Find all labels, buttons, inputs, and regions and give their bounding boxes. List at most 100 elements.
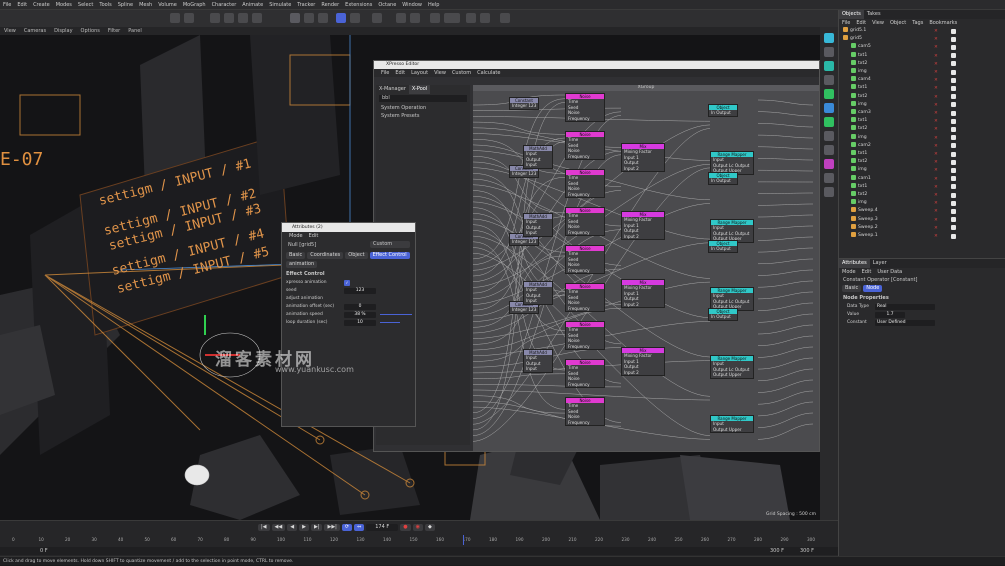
- tag-icon[interactable]: [951, 119, 956, 124]
- world-coord-icon[interactable]: [336, 13, 346, 23]
- menu-create[interactable]: Create: [30, 0, 53, 10]
- tag-icon[interactable]: [824, 187, 834, 197]
- xpresso-node[interactable]: MixMixing FactorInput 1OutputInput 2: [621, 211, 665, 240]
- tab-x-pool[interactable]: X-Pool: [409, 85, 430, 94]
- tag-icon[interactable]: [951, 70, 956, 75]
- node-port[interactable]: Input 2: [622, 302, 664, 308]
- xpresso-node[interactable]: MathAddInputOutputInput: [523, 281, 553, 305]
- prev-frame-icon[interactable]: ◀: [287, 524, 297, 531]
- object-row[interactable]: Sweep.2✕: [839, 224, 1005, 232]
- light-icon[interactable]: [824, 145, 834, 155]
- animation-offset-input[interactable]: 0: [344, 304, 376, 310]
- xpresso-node[interactable]: ConstantInteger 123: [509, 97, 539, 110]
- key-icon[interactable]: ◆: [425, 524, 435, 531]
- xpresso-node[interactable]: Range MapperInputOutput Lc OutputOutput …: [710, 287, 754, 311]
- snap-icon[interactable]: [430, 13, 440, 23]
- node-port[interactable]: Integer 123: [510, 239, 538, 245]
- node-port[interactable]: In Output: [709, 110, 737, 116]
- select-tool-icon[interactable]: [210, 13, 220, 23]
- visibility-toggle-icon[interactable]: ✕: [934, 233, 938, 241]
- object-row[interactable]: Sweep.4✕: [839, 207, 1005, 215]
- timeline-ruler[interactable]: 0102030405060708090100110120130140150160…: [0, 537, 838, 544]
- vp-menu-display[interactable]: Display: [50, 27, 76, 35]
- mograph-icon[interactable]: [824, 103, 834, 113]
- xpresso-node[interactable]: MathAddInputOutputInput: [523, 213, 553, 237]
- object-row[interactable]: txt2✕: [839, 93, 1005, 101]
- object-row[interactable]: txt1✕: [839, 84, 1005, 92]
- object-row[interactable]: grid5.1✕: [839, 27, 1005, 35]
- seed-input[interactable]: 123: [344, 288, 376, 294]
- tag-icon[interactable]: [951, 234, 956, 239]
- xpresso-node[interactable]: Range MapperInputOutput Lc OutputOutput …: [710, 355, 754, 379]
- x-axis-icon[interactable]: [290, 13, 300, 23]
- attr-tab-effect-control[interactable]: Effect Control: [370, 252, 410, 259]
- tag-icon[interactable]: [951, 29, 956, 34]
- xpresso-node[interactable]: NoiseTimeSeedNoiseFrequency: [565, 245, 605, 274]
- field-icon[interactable]: [824, 159, 834, 169]
- menu-volume[interactable]: Volume: [155, 0, 180, 10]
- tag-icon[interactable]: [951, 102, 956, 107]
- xp-menu-layout[interactable]: Layout: [408, 69, 431, 78]
- tag-icon[interactable]: [951, 86, 956, 91]
- node-port[interactable]: Frequency: [566, 306, 604, 312]
- animation-speed-input[interactable]: 38 %: [344, 312, 376, 318]
- point-mode-icon[interactable]: [372, 13, 382, 23]
- menu-mesh[interactable]: Mesh: [136, 0, 155, 10]
- tag-icon[interactable]: [951, 176, 956, 181]
- rotate-tool-icon[interactable]: [252, 13, 262, 23]
- object-row[interactable]: txt2✕: [839, 158, 1005, 166]
- render-settings-icon[interactable]: [410, 13, 420, 23]
- object-row[interactable]: grid5✕: [839, 35, 1005, 43]
- vp-menu-cameras[interactable]: Cameras: [20, 27, 50, 35]
- range-icon[interactable]: ⇔: [354, 524, 364, 531]
- undo-icon[interactable]: [170, 13, 180, 23]
- attr-tab-basic[interactable]: Basic: [286, 252, 305, 259]
- attr-tab-object[interactable]: Object: [345, 252, 367, 259]
- data-type-dropdown[interactable]: Real: [875, 304, 935, 310]
- node-port[interactable]: Frequency: [566, 344, 604, 350]
- node-port[interactable]: Input 2: [622, 370, 664, 376]
- object-row[interactable]: Sweep.3✕: [839, 216, 1005, 224]
- attrp-tab-node[interactable]: Node: [863, 285, 882, 292]
- pool-item-system-operation[interactable]: System Operation: [376, 104, 470, 112]
- tag-icon[interactable]: [951, 135, 956, 140]
- tag-icon[interactable]: [951, 152, 956, 157]
- xpresso-node[interactable]: Range MapperInputOutput Lc OutputOutput …: [710, 219, 754, 243]
- menu-extensions[interactable]: Extensions: [342, 0, 375, 10]
- lock-icon[interactable]: [480, 13, 490, 23]
- node-port[interactable]: In Output: [709, 314, 737, 320]
- object-row[interactable]: txt2✕: [839, 125, 1005, 133]
- xpresso-node[interactable]: NoiseTimeSeedNoiseFrequency: [565, 93, 605, 122]
- xpresso-node[interactable]: NoiseTimeSeedNoiseFrequency: [565, 207, 605, 236]
- object-row[interactable]: img✕: [839, 199, 1005, 207]
- node-port[interactable]: Input: [524, 162, 552, 168]
- record-icon[interactable]: ●: [400, 524, 410, 531]
- object-row[interactable]: img✕: [839, 101, 1005, 109]
- playhead[interactable]: [463, 535, 464, 545]
- constant-dropdown[interactable]: User Defined: [875, 320, 935, 326]
- effector-icon[interactable]: [824, 117, 834, 127]
- node-port[interactable]: Input: [524, 230, 552, 236]
- tab-objects[interactable]: Objects: [839, 10, 864, 19]
- play-icon[interactable]: ▶: [299, 524, 309, 531]
- tag-icon[interactable]: [951, 160, 956, 165]
- node-port[interactable]: Frequency: [566, 230, 604, 236]
- node-port[interactable]: Input: [524, 298, 552, 304]
- attr-tab-animation[interactable]: animation: [286, 261, 317, 268]
- menu-tools[interactable]: Tools: [96, 0, 114, 10]
- pool-item-system-presets[interactable]: System Presets: [376, 112, 470, 120]
- xpresso-node[interactable]: MathAddInputOutputInput: [523, 145, 553, 169]
- deformer-icon[interactable]: [824, 89, 834, 99]
- menu-animate[interactable]: Animate: [239, 0, 266, 10]
- tag-icon[interactable]: [951, 201, 956, 206]
- object-row[interactable]: cam1✕: [839, 175, 1005, 183]
- scene-icon[interactable]: [824, 173, 834, 183]
- menu-file[interactable]: File: [0, 0, 14, 10]
- tag-icon[interactable]: [951, 94, 956, 99]
- node-port[interactable]: Input 2: [622, 234, 664, 240]
- object-row[interactable]: cam2✕: [839, 142, 1005, 150]
- xpresso-node[interactable]: NoiseTimeSeedNoiseFrequency: [565, 359, 605, 388]
- render-view-icon[interactable]: [396, 13, 406, 23]
- object-row[interactable]: txt1✕: [839, 52, 1005, 60]
- tab-layer[interactable]: Layer: [870, 259, 890, 268]
